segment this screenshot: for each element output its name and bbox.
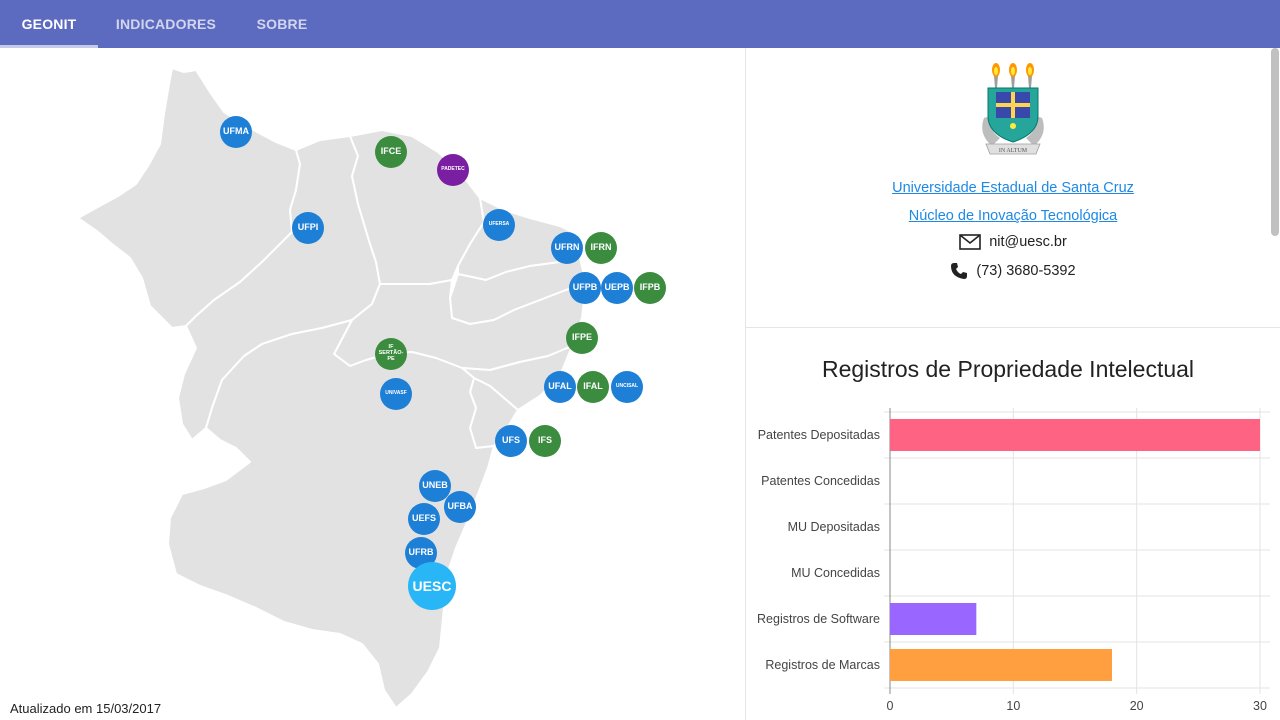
institution-ufpi[interactable]: UFPI: [292, 212, 324, 244]
category-label: Patentes Concedidas: [761, 474, 880, 488]
phone-text: (73) 3680-5392: [976, 263, 1076, 279]
institution-ifpb[interactable]: IFPB: [634, 272, 666, 304]
panel-scrollbar[interactable]: [1271, 48, 1279, 236]
institution-ufma[interactable]: UFMA: [220, 116, 252, 148]
institution-ufpb[interactable]: UFPB: [569, 272, 601, 304]
institution-uesc-selected[interactable]: UESC: [408, 562, 456, 610]
ip-registry-bar-chart: Patentes Depositadas Patentes Concedidas M…: [757, 408, 1270, 710]
institution-info-panel: IN ALTUM Universidade Estadual de Santa …: [746, 48, 1280, 720]
crest-motto: IN ALTUM: [999, 148, 1028, 154]
phone-contact: (73) 3680-5392: [746, 262, 1280, 280]
nit-link[interactable]: Núcleo de Inovação Tecnológica: [746, 208, 1280, 224]
institution-uncisal[interactable]: UNCISAL: [611, 371, 643, 403]
institution-ufba[interactable]: UFBA: [444, 491, 476, 523]
envelope-icon: [959, 234, 982, 250]
institution-ifpe[interactable]: IFPE: [566, 322, 598, 354]
institution-ufs[interactable]: UFS: [495, 425, 527, 457]
uesc-crest-logo: IN ALTUM: [982, 63, 1044, 155]
x-tick-label: 0: [887, 699, 894, 710]
institution-ufal[interactable]: UFAL: [544, 371, 576, 403]
top-navigation-bar: GEONIT INDICADORES SOBRE: [0, 0, 1280, 48]
bar-patentes-depositadas: [890, 419, 1260, 451]
institution-uefs[interactable]: UEFS: [408, 503, 440, 535]
tab-indicadores[interactable]: INDICADORES: [108, 0, 224, 48]
email-contact: nit@uesc.br: [746, 234, 1280, 250]
tab-geonit[interactable]: GEONIT: [0, 0, 98, 48]
email-text: nit@uesc.br: [989, 234, 1067, 251]
phone-icon: [951, 263, 968, 279]
last-updated-text: Atualizado em 15/03/2017: [10, 701, 162, 716]
x-tick-label: 10: [1006, 699, 1020, 710]
institution-ifrn[interactable]: IFRN: [585, 232, 617, 264]
category-label: Patentes Depositadas: [758, 428, 880, 442]
institution-ifce[interactable]: IFCE: [375, 136, 407, 168]
bar-registros-de-software: [890, 603, 977, 635]
tab-sobre[interactable]: SOBRE: [246, 0, 318, 48]
bar-registros-de-marcas: [890, 649, 1112, 681]
category-label: Registros de Software: [757, 612, 880, 626]
panel-separator: [746, 327, 1280, 328]
institution-univasf[interactable]: UNIVASF: [380, 378, 412, 410]
university-link[interactable]: Universidade Estadual de Santa Cruz: [746, 180, 1280, 196]
institution-padetec[interactable]: PADETEC: [437, 154, 469, 186]
category-label: MU Depositadas: [788, 520, 880, 534]
institution-ifal[interactable]: IFAL: [577, 371, 609, 403]
institution-ifs[interactable]: IFS: [529, 425, 561, 457]
torch-icons: [992, 63, 1034, 88]
institution-if-sertao-pe[interactable]: IF SERTÃO-PE: [375, 338, 407, 370]
category-label: MU Concedidas: [791, 566, 880, 580]
x-tick-label: 30: [1253, 699, 1267, 710]
institution-ufersa[interactable]: UFERSA: [483, 209, 515, 241]
institution-ufrn[interactable]: UFRN: [551, 232, 583, 264]
category-label: Registros de Marcas: [765, 658, 880, 672]
institution-uepb[interactable]: UEPB: [601, 272, 633, 304]
x-tick-label: 20: [1130, 699, 1144, 710]
northeast-map[interactable]: UFMA IFCE PADETEC UFPI UFERSA UFRN IFRN …: [0, 48, 746, 720]
chart-title: Registros de Propriedade Intelectual: [821, 356, 1195, 382]
